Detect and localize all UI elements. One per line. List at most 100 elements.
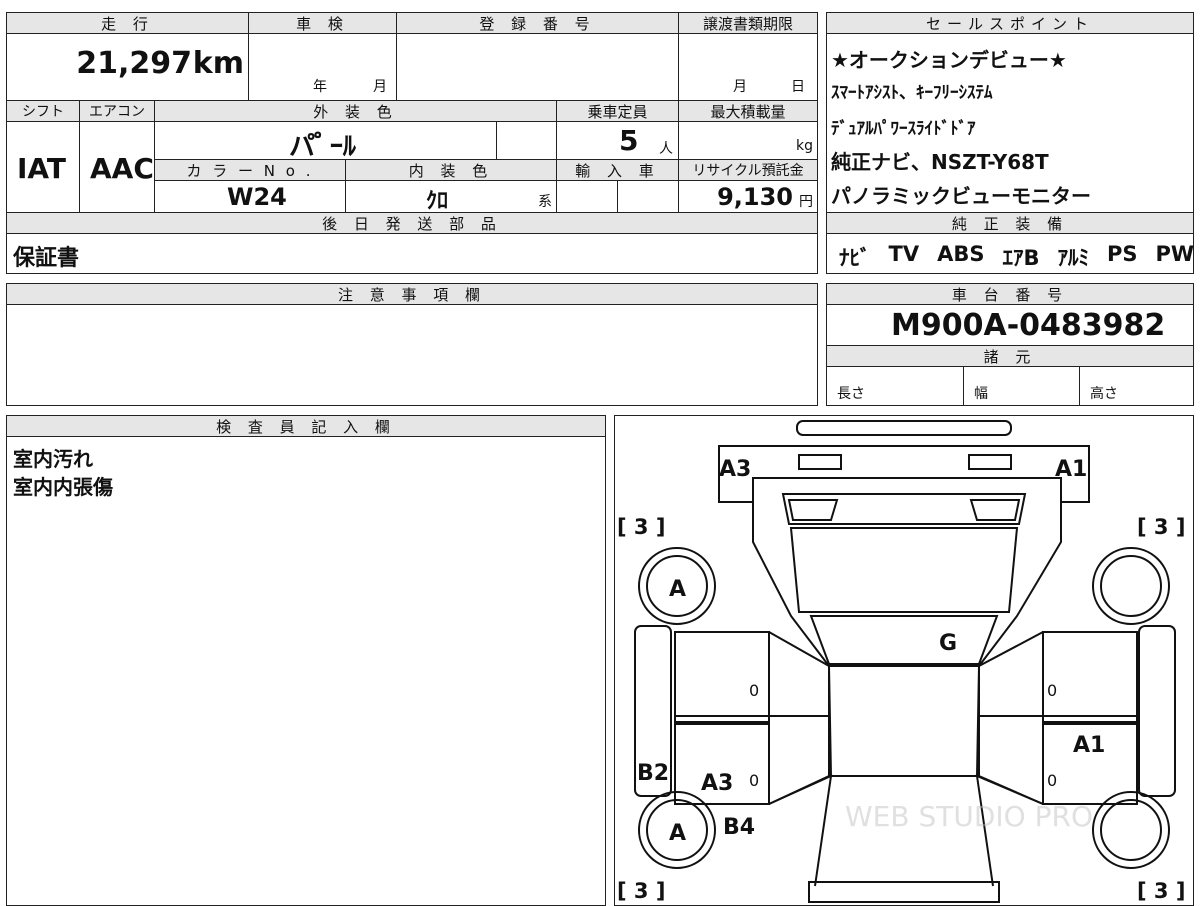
mark-left-rear-door: A3 [701,771,733,796]
mileage-value: 21,297 [76,46,192,81]
shift-value: IAT [17,152,67,185]
notes-header: 注 意 事 項 欄 [6,283,818,305]
mark-windshield: G [939,631,957,656]
specs-header: 諸 元 [826,345,1194,367]
deadline-day-label: 日 [791,79,805,95]
capacity-unit: 人 [659,141,673,157]
equipment-airbag: ｴｱB [1002,246,1040,270]
inspection-header: 車 検 [248,12,397,34]
capacity-header: 乗車定員 [556,100,679,122]
exterior-color-value: パ ゚ ｰﾙ [289,132,356,162]
top-spec-block: 走 行 車 検 登 録 番 号 譲渡書類期限 21,297 km 年 月 月 日… [6,12,818,274]
interior-color-suffix: 系 [538,194,552,210]
inspector-header: 検 査 員 記 入 欄 [6,415,606,437]
diagram-watermark: WEB STUDIO PRO [845,800,1093,833]
inspector-cell: 室内汚れ 室内内張傷 [6,436,606,906]
max-load-unit: kg [796,138,813,154]
deadline-month-label: 月 [733,79,747,95]
aircon-value: AAC [90,152,154,185]
shift-cell: IAT [6,121,80,213]
interior-color-cell: ｸﾛ 系 [345,180,557,214]
inspector-note-2: 室内内張傷 [13,475,113,499]
damage-diagram: A3 A1 [ 3 ] [ 3 ] [ 3 ] [ 3 ] A A G B2 A… [614,415,1194,906]
import-cell-a [556,180,618,213]
recycle-unit: 円 [799,194,813,210]
spec-height-cell: 高さ [1079,366,1194,406]
shift-header: シフト [6,100,80,122]
equipment-ps: PS [1106,242,1138,266]
recycle-value: 9,130 [717,183,793,211]
equipment-pw: PW [1155,242,1195,266]
sales-point-3: ﾃﾞｭｱﾙﾊﾟﾜｰｽﾗｲﾄﾞﾄﾞｱ [831,119,976,139]
capacity-value: 5 [619,124,639,157]
tire-front-left: [ 3 ] [617,515,665,539]
tire-rear-right: [ 3 ] [1137,879,1185,903]
transfer-deadline-header: 譲渡書類期限 [678,12,818,34]
equipment-tv: TV [888,242,920,266]
spec-width-cell: 幅 [963,366,1080,406]
inspection-year-label: 年 [313,79,327,95]
max-load-cell: kg [678,121,818,160]
spec-width-label: 幅 [974,386,988,402]
spec-length-label: 長さ [837,386,865,402]
max-load-header: 最大積載量 [678,100,818,122]
exterior-color-extra-cell [496,121,557,160]
import-cell-b [617,180,679,213]
color-no-header: カ ラ ー N o . [154,159,346,181]
mark-zero-left-rear: 0 [749,771,759,790]
tire-rear-left: [ 3 ] [617,879,665,903]
mark-wheel-rear-left: A [669,821,686,846]
capacity-cell: 5 人 [556,121,679,160]
mark-wheel-front-left: A [669,577,686,602]
color-no-value: W24 [227,183,287,211]
later-parts-value: 保証書 [13,246,80,271]
sales-point-1: ★オークションデビュー★ [831,48,1067,72]
mark-zero-left-front: 0 [749,681,759,700]
recycle-header: リサイクル預託金 [678,159,818,181]
aircon-cell: AAC [79,121,155,213]
exterior-color-cell: パ ゚ ｰﾙ [154,121,497,162]
notes-cell [6,304,818,406]
mark-zero-right-front: 0 [1047,681,1057,700]
interior-color-value: ｸﾛ [426,189,449,214]
inspection-cell: 年 月 [248,33,397,101]
equipment-navi: ﾅﾋﾞ [839,246,871,270]
sales-points-header: セールスポイント [826,12,1194,34]
recycle-cell: 9,130 円 [678,180,818,213]
mark-right-rear-door: A1 [1073,733,1105,758]
mark-left-sill: B2 [637,761,669,786]
sales-point-2: ｽﾏｰﾄｱｼｽﾄ、ｷｰﾌﾘｰｼｽﾃﾑ [831,83,993,103]
later-parts-cell: 保証書 [6,233,818,274]
mark-zero-right-rear: 0 [1047,771,1057,790]
tire-front-right: [ 3 ] [1137,515,1185,539]
mileage-header: 走 行 [6,12,249,34]
color-no-cell: W24 [154,180,346,213]
mark-front-right: A1 [1055,457,1087,482]
spec-height-label: 高さ [1090,386,1118,402]
sales-points-block: セールスポイント ★オークションデビュー★ ｽﾏｰﾄｱｼｽﾄ、ｷｰﾌﾘｰｼｽﾃﾑ… [826,12,1194,274]
mark-front-left: A3 [719,457,751,482]
chassis-cell: M900A-0483982 [826,304,1194,346]
transfer-deadline-cell: 月 日 [678,33,818,101]
sales-point-4: 純正ナビ、NSZT-Y68T [831,150,1049,174]
mark-left-rear-fender: B4 [723,815,755,840]
inspector-note-1: 室内汚れ [13,447,93,471]
spec-length-cell: 長さ [826,366,964,406]
chassis-value: M900A-0483982 [891,308,1166,343]
genuine-equipment-header: 純 正 装 備 [826,212,1194,234]
later-parts-header: 後 日 発 送 部 品 [6,212,818,234]
sales-point-5: パノラミックビューモニター [831,184,1091,208]
registration-header: 登 録 番 号 [396,12,679,34]
equipment-abs: ABS [937,242,985,266]
exterior-color-header: 外 装 色 [154,100,557,122]
import-header: 輸 入 車 [556,159,679,181]
mileage-cell: 21,297 km [6,33,249,101]
sales-points-list: ★オークションデビュー★ ｽﾏｰﾄｱｼｽﾄ、ｷｰﾌﾘｰｼｽﾃﾑ ﾃﾞｭｱﾙﾊﾟﾜ… [826,33,1194,213]
mileage-unit: km [192,46,244,81]
equipment-alloy: ｱﾙﾐ [1057,246,1089,270]
car-diagram-svg: A3 A1 [ 3 ] [ 3 ] [ 3 ] [ 3 ] A A G B2 A… [617,420,1185,903]
genuine-equipment-cell: ﾅﾋﾞ TV ABS ｴｱB ｱﾙﾐ PS PW [826,233,1194,274]
inspection-month-label: 月 [373,79,387,95]
registration-cell [396,33,679,101]
chassis-header: 車 台 番 号 [826,283,1194,305]
